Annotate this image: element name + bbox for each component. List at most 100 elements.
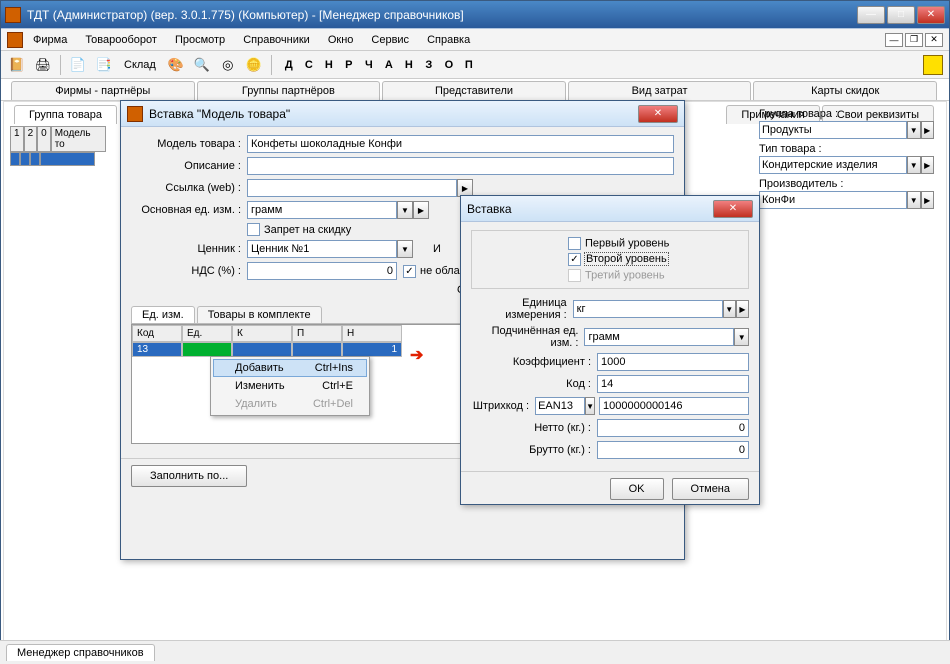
cell-p <box>292 342 342 357</box>
letter-a[interactable]: А <box>379 59 399 71</box>
menu-help[interactable]: Справка <box>419 32 478 48</box>
tab-discount-cards[interactable]: Карты скидок <box>753 81 937 100</box>
menu-turnover[interactable]: Товарооборот <box>77 32 165 48</box>
letter-r[interactable]: Р <box>339 59 359 71</box>
chevron-down-icon[interactable]: ▼ <box>734 328 749 346</box>
model-input[interactable] <box>247 135 674 153</box>
arrow-right-icon[interactable]: ▶ <box>413 201 429 219</box>
chevron-down-icon[interactable]: ▼ <box>907 191 921 209</box>
letter-d[interactable]: Д <box>279 59 299 71</box>
main-title: ТДТ (Администратор) (вер. 3.0.1.775) (Ко… <box>27 8 857 22</box>
d2-coef-input[interactable] <box>597 353 749 371</box>
type-combo[interactable] <box>759 156 907 174</box>
arrow-right-icon[interactable]: ▶ <box>921 191 935 209</box>
nodisc-checkbox[interactable] <box>247 223 260 236</box>
mdi-close-button[interactable]: ✕ <box>925 33 943 47</box>
tab-product-group[interactable]: Группа товара <box>14 105 117 124</box>
arrow-right-icon[interactable]: ▶ <box>921 156 935 174</box>
new-doc-icon[interactable]: 📄 <box>68 55 88 75</box>
book-icon[interactable]: 📔 <box>7 55 27 75</box>
copy-icon[interactable]: 📑 <box>94 55 114 75</box>
mdi-restore-button[interactable]: ❐ <box>905 33 923 47</box>
group-combo[interactable] <box>759 121 907 139</box>
menu-refs[interactable]: Справочники <box>235 32 318 48</box>
exit-icon[interactable] <box>923 55 943 75</box>
lvl2-label: Второй уровень <box>585 253 668 265</box>
base-unit-combo[interactable] <box>247 201 397 219</box>
d2-net-input[interactable] <box>597 419 749 437</box>
d2-coef-label: Коэффициент : <box>471 356 591 368</box>
desc-input[interactable] <box>247 157 674 175</box>
letter-ch[interactable]: Ч <box>359 59 379 71</box>
tab-units[interactable]: Ед. изм. <box>131 306 195 323</box>
dlg2-ok-button[interactable]: OK <box>610 478 664 500</box>
letter-s[interactable]: С <box>299 59 319 71</box>
d2-code-input[interactable] <box>597 375 749 393</box>
close-button[interactable]: ✕ <box>917 6 945 24</box>
coin-icon[interactable]: 🪙 <box>244 55 264 75</box>
menu-window[interactable]: Окно <box>320 32 362 48</box>
letter-p[interactable]: П <box>459 59 479 71</box>
insert-dialog: Вставка ✕ Первый уровень ✓ Второй уровень… <box>460 195 760 505</box>
tab-firms[interactable]: Фирмы - партнёры <box>11 81 195 100</box>
target-icon[interactable]: ◎ <box>218 55 238 75</box>
d2-unit-combo[interactable] <box>573 300 723 318</box>
dlg1-title: Вставка "Модель товара" <box>149 107 638 121</box>
dlg2-cancel-button[interactable]: Отмена <box>672 478 749 500</box>
lvl2-checkbox[interactable]: ✓ <box>568 253 581 266</box>
dlg2-titlebar: Вставка ✕ <box>461 196 759 222</box>
tab-partner-groups[interactable]: Группы партнёров <box>197 81 381 100</box>
ugh-p: П <box>292 325 342 342</box>
cell-unit <box>182 342 232 357</box>
price-combo[interactable] <box>247 240 397 258</box>
chevron-down-icon[interactable]: ▼ <box>397 240 413 258</box>
letter-n2[interactable]: Н <box>399 59 419 71</box>
left-grid[interactable]: 1 2 0 Модель то <box>10 126 106 166</box>
d2-bc-input[interactable] <box>599 397 749 415</box>
lvl1-checkbox[interactable] <box>568 237 581 250</box>
main-titlebar: ТДТ (Администратор) (вер. 3.0.1.775) (Ко… <box>1 1 949 29</box>
letter-z[interactable]: З <box>419 59 439 71</box>
lvl1-label: Первый уровень <box>585 237 669 249</box>
arrow-right-icon[interactable]: ▶ <box>736 300 749 318</box>
menu-view[interactable]: Просмотр <box>167 32 233 48</box>
ctx-add[interactable]: ДобавитьCtrl+Ins <box>213 359 367 377</box>
d2-bc-type[interactable] <box>535 397 585 415</box>
letter-o[interactable]: О <box>439 59 459 71</box>
minimize-button[interactable]: — <box>857 6 885 24</box>
chevron-down-icon[interactable]: ▼ <box>907 121 921 139</box>
mdi-minimize-button[interactable]: — <box>885 33 903 47</box>
status-tab[interactable]: Менеджер справочников <box>6 644 155 661</box>
print-icon[interactable]: 🖨 <box>33 55 53 75</box>
arrow-right-icon[interactable]: ▶ <box>921 121 935 139</box>
model-label: Модель товара : <box>131 138 241 150</box>
tab-expense-type[interactable]: Вид затрат <box>568 81 752 100</box>
warehouse-label[interactable]: Склад <box>120 59 160 71</box>
chevron-down-icon[interactable]: ▼ <box>907 156 921 174</box>
d2-sub-combo[interactable] <box>584 328 734 346</box>
maximize-button[interactable]: □ <box>887 6 915 24</box>
vat-input[interactable] <box>247 262 397 280</box>
letter-n[interactable]: Н <box>319 59 339 71</box>
search-icon[interactable]: 🔍 <box>192 55 212 75</box>
palette-icon[interactable]: 🎨 <box>166 55 186 75</box>
fill-by-button[interactable]: Заполнить по... <box>131 465 247 487</box>
menu-service[interactable]: Сервис <box>363 32 417 48</box>
link-input[interactable] <box>247 179 457 197</box>
chevron-down-icon[interactable]: ▼ <box>397 201 413 219</box>
tab-kit[interactable]: Товары в комплекте <box>197 306 322 323</box>
lvl3-checkbox <box>568 269 581 282</box>
tab-reps[interactable]: Представители <box>382 81 566 100</box>
dlg1-close-button[interactable]: ✕ <box>638 105 678 123</box>
maker-combo[interactable] <box>759 191 907 209</box>
ctx-edit[interactable]: ИзменитьCtrl+E <box>213 377 367 395</box>
menu-firm[interactable]: Фирма <box>25 32 75 48</box>
link-label: Ссылка (web) : <box>131 182 241 194</box>
d2-gross-input[interactable] <box>597 441 749 459</box>
chevron-down-icon[interactable]: ▼ <box>723 300 736 318</box>
vat-none-checkbox[interactable]: ✓ <box>403 265 416 278</box>
vat-label: НДС (%) : <box>131 265 241 277</box>
chevron-down-icon[interactable]: ▼ <box>585 397 595 415</box>
d2-code-label: Код : <box>471 378 591 390</box>
dlg2-close-button[interactable]: ✕ <box>713 200 753 218</box>
